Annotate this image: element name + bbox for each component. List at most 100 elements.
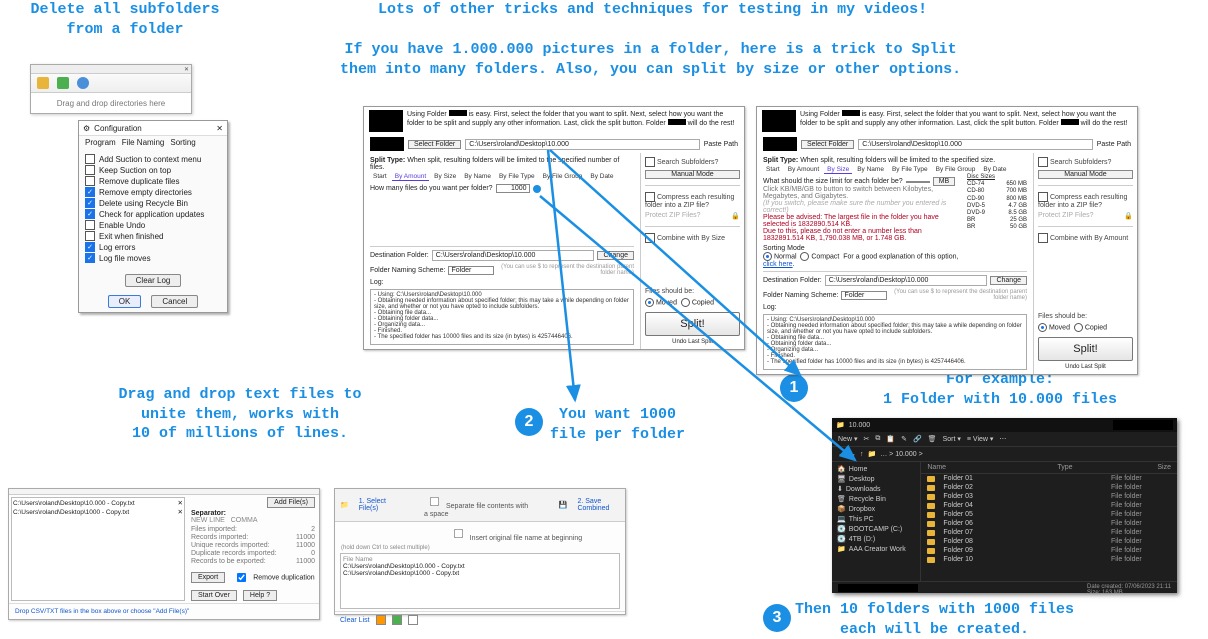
- table-row[interactable]: Folder 10File folder: [921, 555, 1177, 564]
- share-icon[interactable]: 🔗: [913, 435, 922, 443]
- table-row[interactable]: Folder 08File folder: [921, 537, 1177, 546]
- start-over-button[interactable]: Start Over: [191, 590, 237, 601]
- table-row[interactable]: Folder 03File folder: [921, 492, 1177, 501]
- breadcrumb[interactable]: … > 10.000 >: [880, 451, 922, 458]
- color-swatch[interactable]: [376, 615, 386, 625]
- checkbox[interactable]: ✓: [85, 198, 95, 208]
- checkbox[interactable]: [85, 154, 95, 164]
- nav-item[interactable]: 💽BOOTCAMP (C:): [837, 525, 915, 533]
- combine-checkbox[interactable]: [1038, 233, 1048, 243]
- compress-checkbox[interactable]: [645, 192, 655, 202]
- step2-label[interactable]: 2. Save Combined: [577, 498, 620, 512]
- nav-item[interactable]: 💻This PC: [837, 515, 915, 523]
- split-button[interactable]: Split!: [645, 312, 740, 336]
- tab-by-file-group[interactable]: By File Group: [933, 166, 979, 174]
- select-folder-button[interactable]: Select Folder: [801, 140, 854, 149]
- tab-by-date[interactable]: By Date: [980, 166, 1009, 174]
- clear-list-link[interactable]: Clear List: [340, 617, 370, 624]
- naming-input[interactable]: Folder: [841, 291, 887, 300]
- sep-space-checkbox[interactable]: [430, 497, 439, 506]
- tab-by-name[interactable]: By Name: [854, 166, 887, 174]
- window-controls[interactable]: [1113, 420, 1173, 430]
- checkbox[interactable]: ✓: [85, 242, 95, 252]
- amount-input[interactable]: 1000: [496, 184, 530, 193]
- tab-by-date[interactable]: By Date: [587, 173, 616, 181]
- normal-radio[interactable]: [763, 252, 772, 261]
- sort-menu[interactable]: Sort ▾: [943, 435, 961, 443]
- action-icon[interactable]: [57, 77, 69, 89]
- compact-radio[interactable]: [800, 252, 809, 261]
- col-name[interactable]: Name: [927, 464, 1017, 471]
- compress-checkbox[interactable]: [1038, 192, 1048, 202]
- nav-item[interactable]: 🏠Home: [837, 465, 915, 473]
- list-item[interactable]: C:\Users\roland\Desktop\1000 - Copy.txt: [13, 509, 129, 516]
- click-here-link[interactable]: click here: [763, 261, 793, 268]
- table-row[interactable]: Folder 02File folder: [921, 483, 1177, 492]
- copied-radio[interactable]: [681, 298, 690, 307]
- list-item[interactable]: C:\Users\roland\Desktop\10.000 - Copy.tx…: [13, 500, 135, 507]
- table-row[interactable]: Folder 04File folder: [921, 501, 1177, 510]
- add-files-button[interactable]: Add File(s): [267, 497, 315, 508]
- more-icon[interactable]: ⋯: [999, 435, 1006, 443]
- combine-checkbox[interactable]: [645, 233, 655, 243]
- tab-file-naming[interactable]: File Naming: [122, 138, 165, 147]
- table-row[interactable]: Folder 06File folder: [921, 519, 1177, 528]
- moved-radio[interactable]: [1038, 323, 1047, 332]
- delete-icon[interactable]: 🗑: [928, 435, 937, 443]
- paste-path-link[interactable]: Paste Path: [1097, 141, 1131, 148]
- copied-radio[interactable]: [1074, 323, 1083, 332]
- tab-by-amount[interactable]: By Amount: [392, 173, 429, 181]
- rename-icon[interactable]: ✎: [901, 435, 907, 443]
- nav-item[interactable]: ⬇Downloads: [837, 485, 915, 493]
- folder-path[interactable]: C:\Users\roland\Desktop\10.000: [858, 139, 1093, 150]
- color-swatch[interactable]: [392, 615, 402, 625]
- folder-icon[interactable]: [37, 77, 49, 89]
- change-button[interactable]: Change: [597, 251, 634, 260]
- copy-icon[interactable]: ⧉: [875, 435, 880, 443]
- tab-start[interactable]: Start: [370, 173, 390, 181]
- cancel-button[interactable]: Cancel: [151, 295, 198, 308]
- checkbox[interactable]: [85, 220, 95, 230]
- folder-path[interactable]: C:\Users\roland\Desktop\10.000: [465, 139, 700, 150]
- list-item[interactable]: C:\Users\roland\Desktop\10.000 - Copy.tx…: [343, 563, 617, 570]
- forward-icon[interactable]: →: [849, 451, 856, 458]
- close-icon[interactable]: ✕: [216, 124, 223, 133]
- undo-link[interactable]: Undo Last Split: [1038, 364, 1133, 370]
- view-menu[interactable]: ≡ View ▾: [967, 435, 994, 443]
- col-size[interactable]: Size: [1157, 464, 1171, 471]
- clear-log-button[interactable]: Clear Log: [125, 274, 182, 287]
- tab-by-file-type[interactable]: By File Type: [889, 166, 931, 174]
- checkbox[interactable]: [85, 176, 95, 186]
- table-row[interactable]: Folder 01File folder: [921, 474, 1177, 483]
- manual-mode-button[interactable]: Manual Mode: [645, 170, 740, 179]
- tab-sorting[interactable]: Sorting: [170, 138, 195, 147]
- remove-icon[interactable]: ✕: [178, 499, 183, 507]
- tab-by-size[interactable]: By Size: [431, 173, 459, 181]
- paste-path-link[interactable]: Paste Path: [704, 141, 738, 148]
- list-item[interactable]: C:\Users\roland\Desktop\1000 - Copy.txt: [343, 570, 617, 577]
- up-icon[interactable]: ↑: [860, 451, 864, 458]
- remove-dup-checkbox[interactable]: [237, 573, 246, 582]
- remove-icon[interactable]: ✕: [178, 508, 183, 516]
- tab-by-file-type[interactable]: By File Type: [496, 173, 538, 181]
- moved-radio[interactable]: [645, 298, 654, 307]
- nav-item[interactable]: 📁AAA Creator Work: [837, 545, 915, 553]
- checkbox[interactable]: ✓: [85, 187, 95, 197]
- nav-item[interactable]: 💽4TB (D:): [837, 535, 915, 543]
- search-subfolders-checkbox[interactable]: [1038, 157, 1048, 167]
- size-unit-button[interactable]: MB: [933, 177, 956, 186]
- tab-start[interactable]: Start: [763, 166, 783, 174]
- search-subfolders-checkbox[interactable]: [645, 157, 655, 167]
- cut-icon[interactable]: ✂: [863, 435, 869, 443]
- file-list[interactable]: File Name C:\Users\roland\Desktop\10.000…: [340, 553, 620, 609]
- size-input[interactable]: [906, 181, 930, 183]
- tab-by-size[interactable]: By Size: [824, 166, 852, 174]
- table-row[interactable]: Folder 05File folder: [921, 510, 1177, 519]
- checkbox[interactable]: [85, 165, 95, 175]
- tab-by-name[interactable]: By Name: [461, 173, 494, 181]
- select-folder-button[interactable]: Select Folder: [408, 140, 461, 149]
- col-type[interactable]: Type: [1057, 464, 1117, 471]
- new-menu[interactable]: New ▾: [838, 435, 857, 443]
- checkbox[interactable]: ✓: [85, 253, 95, 263]
- table-row[interactable]: Folder 07File folder: [921, 528, 1177, 537]
